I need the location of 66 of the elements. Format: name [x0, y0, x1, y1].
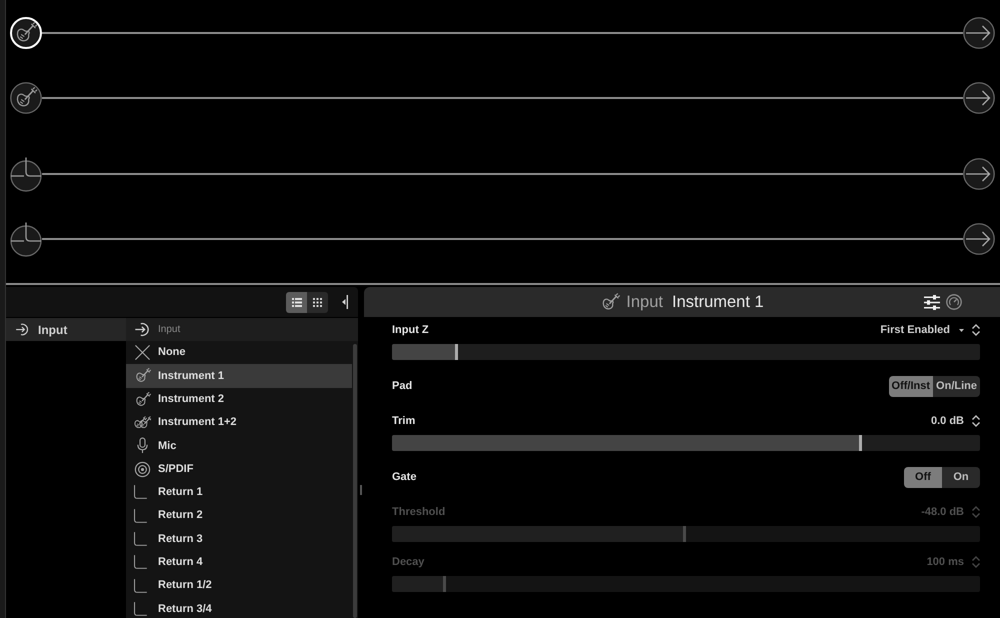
- slider-track[interactable]: [392, 526, 980, 542]
- view-mode-button[interactable]: [286, 292, 307, 312]
- param-label: Decay: [392, 554, 424, 570]
- slider-track[interactable]: [392, 435, 980, 451]
- param-value: 100 ms: [926, 554, 964, 570]
- grid-icon: [313, 298, 322, 306]
- list-item[interactable]: Instrument 1+2: [126, 410, 352, 434]
- param-label: Gate: [392, 470, 416, 485]
- list-item[interactable]: Return 1/2: [126, 574, 352, 598]
- header-model: Instrument 1: [672, 292, 764, 313]
- view-mode-button[interactable]: [307, 292, 328, 312]
- list-item[interactable]: Instrument 1: [126, 364, 352, 388]
- cross-icon: [134, 344, 151, 362]
- list-item[interactable]: S/PDIF: [126, 457, 352, 481]
- dial-icon[interactable]: [946, 294, 962, 310]
- guitar-node-icon[interactable]: [10, 82, 42, 114]
- return-node-icon[interactable]: [10, 222, 42, 256]
- param-value: 0.0 dB: [930, 414, 964, 429]
- segment-button[interactable]: On: [942, 466, 980, 488]
- corner-line-icon: [134, 485, 147, 500]
- corner-line-icon: [134, 508, 147, 523]
- param-label: Threshold: [392, 504, 446, 520]
- arrow-node-icon[interactable]: [963, 82, 995, 114]
- param-value: -48.0 dB: [921, 504, 964, 520]
- ring-icon: [134, 460, 151, 478]
- list-item[interactable]: None: [126, 341, 352, 364]
- return-node-icon[interactable]: [10, 156, 42, 192]
- param-value: First Enabled: [880, 322, 950, 338]
- arrow-node-icon[interactable]: [963, 17, 995, 49]
- param-label: Pad: [392, 378, 412, 394]
- segment-button[interactable]: On/Line: [933, 376, 980, 396]
- corner-line-icon: [134, 578, 147, 593]
- list-icon: [292, 298, 302, 306]
- input-icon: [134, 321, 151, 338]
- stepper-icon[interactable]: [972, 324, 980, 336]
- header-category: Input: [626, 292, 663, 313]
- list-item[interactable]: Mic: [126, 434, 352, 458]
- segment-button[interactable]: Off/Inst: [888, 376, 934, 396]
- list-item[interactable]: Return 3: [126, 527, 352, 551]
- arrow-node-icon[interactable]: [963, 223, 995, 255]
- list-item[interactable]: Return 4: [126, 550, 352, 574]
- corner-line-icon: [134, 602, 147, 616]
- segment-button[interactable]: Off: [904, 466, 942, 488]
- stepper-icon[interactable]: [972, 415, 980, 427]
- param-label: Trim: [392, 414, 416, 429]
- guitar-icon: [134, 390, 151, 408]
- caret-icon[interactable]: [959, 328, 964, 332]
- category-item[interactable]: Input: [6, 318, 126, 341]
- guitar-icon: [134, 367, 151, 384]
- slider-track[interactable]: [392, 576, 980, 592]
- param-label: Input Z: [392, 322, 429, 338]
- scrollbar[interactable]: [353, 344, 357, 618]
- collapse-icon[interactable]: [342, 295, 348, 309]
- corner-line-icon: [134, 532, 147, 546]
- arrow-node-icon[interactable]: [963, 158, 995, 190]
- slider-track[interactable]: [392, 344, 980, 360]
- list-item[interactable]: Return 1: [126, 480, 352, 504]
- resize-handle[interactable]: [360, 485, 362, 495]
- input-icon: [15, 322, 30, 337]
- list-title: Input: [158, 323, 180, 337]
- list-item[interactable]: Return 2: [126, 504, 352, 528]
- list-item[interactable]: Return 3/4: [126, 597, 352, 618]
- corner-line-icon: [134, 555, 147, 570]
- list-item[interactable]: Instrument 2: [126, 388, 352, 411]
- sliders-icon[interactable]: [924, 294, 940, 310]
- guitar-icon: [600, 292, 620, 312]
